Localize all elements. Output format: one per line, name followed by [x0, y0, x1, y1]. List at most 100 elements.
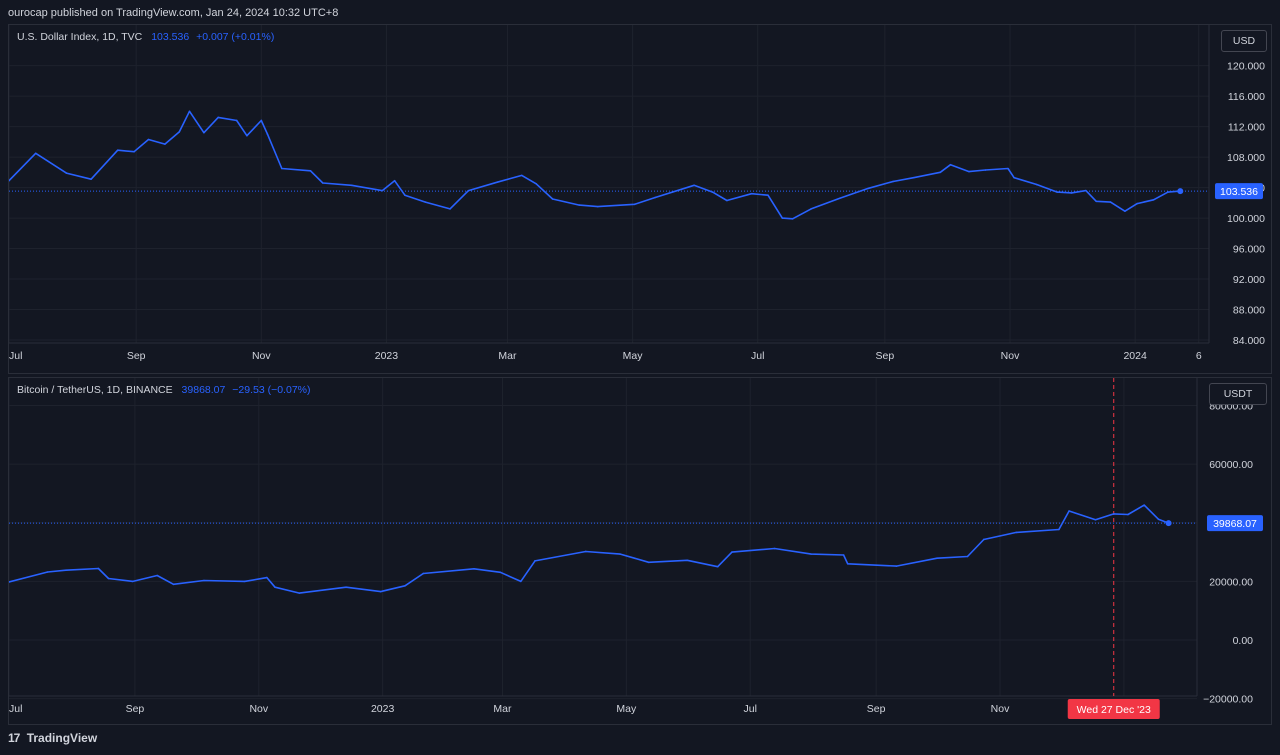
- btc-legend-value: 39868.07: [181, 384, 226, 396]
- dxy-data-point: [1109, 201, 1112, 203]
- dxy-data-point: [309, 169, 312, 172]
- dxy-y-tick-label: 84.000: [1233, 335, 1265, 347]
- dxy-chart-svg[interactable]: 120.000116.000112.000108.000104.000100.0…: [9, 25, 1271, 373]
- btc-data-point: [534, 560, 536, 562]
- dxy-data-point: [968, 170, 970, 173]
- dxy-data-point: [65, 172, 68, 174]
- dxy-data-point: [322, 182, 324, 184]
- dxy-data-point: [1152, 198, 1155, 201]
- dxy-currency-button[interactable]: USD: [1221, 30, 1267, 52]
- btc-data-point: [499, 571, 502, 574]
- dxy-data-point: [535, 182, 537, 185]
- dxy-data-point: [424, 201, 427, 203]
- btc-data-point: [1015, 531, 1018, 534]
- dxy-y-tick-label: 108.000: [1227, 152, 1265, 164]
- dxy-last-price-label: 103.536: [1220, 186, 1258, 198]
- dxy-data-point: [116, 149, 119, 152]
- btc-data-point: [298, 592, 301, 594]
- btc-last-point-marker: [1165, 520, 1172, 527]
- tradingview-footer[interactable]: 17 TradingView: [8, 731, 97, 745]
- btc-data-point: [345, 586, 347, 589]
- dxy-y-tick-label: 88.000: [1233, 305, 1265, 317]
- btc-data-point: [936, 557, 938, 560]
- tradingview-brand: TradingView: [26, 731, 98, 745]
- btc-y-tick-label: 20000.00: [1209, 576, 1253, 588]
- btc-data-point: [584, 550, 587, 553]
- btc-data-point: [243, 580, 246, 583]
- btc-legend-change: −29.53 (−0.07%): [232, 384, 311, 396]
- btc-data-point: [172, 583, 175, 586]
- dxy-x-tick-label: Nov: [1001, 350, 1020, 362]
- btc-data-point: [647, 561, 650, 564]
- dxy-y-tick-label: 96.000: [1233, 244, 1265, 256]
- btc-data-point: [156, 574, 159, 577]
- dxy-data-point: [791, 218, 794, 220]
- btc-data-point: [716, 565, 719, 568]
- dxy-data-point: [1070, 192, 1073, 194]
- dxy-x-tick-label: May: [623, 350, 644, 362]
- dxy-chart-pane[interactable]: 120.000116.000112.000108.000104.000100.0…: [8, 24, 1272, 374]
- dxy-data-point: [133, 150, 135, 153]
- btc-data-point: [1112, 513, 1115, 515]
- btc-data-point: [1094, 519, 1097, 521]
- btc-y-tick-label: 60000.00: [1209, 459, 1253, 471]
- btc-price-line: [9, 504, 1169, 594]
- dxy-data-point: [1056, 191, 1059, 193]
- dxy-data-point: [235, 119, 238, 122]
- dxy-data-point: [147, 138, 150, 141]
- btc-data-point: [1127, 513, 1129, 516]
- dxy-y-tick-label: 100.000: [1227, 213, 1265, 225]
- dxy-data-point: [551, 198, 554, 200]
- dxy-data-point: [90, 178, 92, 180]
- tradingview-logo-icon: 17: [8, 731, 20, 745]
- dxy-data-point: [578, 204, 581, 206]
- btc-chart-svg[interactable]: 80000.0060000.0040000.0020000.000.00−200…: [9, 378, 1271, 724]
- dxy-data-point: [781, 217, 784, 219]
- btc-currency-button[interactable]: USDT: [1209, 383, 1267, 405]
- dxy-data-point: [654, 196, 656, 199]
- btc-data-point: [107, 577, 110, 580]
- btc-x-tick-label: Nov: [991, 703, 1010, 715]
- btc-x-tick-label: 2023: [371, 703, 395, 715]
- dxy-data-point: [810, 208, 812, 210]
- dxy-data-point: [467, 189, 470, 192]
- dxy-x-tick-label: 2024: [1123, 350, 1147, 362]
- dxy-last-point-marker: [1177, 188, 1184, 195]
- btc-x-tick-label: May: [616, 703, 637, 715]
- btc-x-tick-label: Nov: [249, 703, 268, 715]
- dxy-data-point: [767, 194, 769, 196]
- dxy-data-point: [203, 131, 205, 134]
- dxy-data-point: [266, 133, 269, 136]
- dxy-data-point: [178, 131, 181, 133]
- btc-last-price-label: 39868.07: [1213, 518, 1257, 530]
- btc-data-point: [519, 580, 522, 583]
- dxy-data-point: [596, 205, 599, 208]
- dxy-data-point: [867, 187, 870, 190]
- dxy-data-point: [281, 167, 283, 170]
- dxy-data-point: [521, 174, 523, 177]
- dxy-data-point: [1136, 202, 1139, 205]
- btc-data-point: [132, 580, 134, 583]
- dxy-legend: U.S. Dollar Index, 1D, TVC 103.536 +0.00…: [17, 31, 274, 43]
- btc-chart-pane[interactable]: 80000.0060000.0040000.0020000.000.00−200…: [8, 377, 1272, 725]
- dxy-x-tick-label: Jul: [751, 350, 764, 362]
- dxy-data-point: [1095, 200, 1097, 203]
- dxy-x-tick-label: Nov: [252, 350, 271, 362]
- btc-data-point: [1068, 510, 1070, 512]
- btc-x-tick-label: Mar: [493, 703, 512, 715]
- btc-data-point: [97, 567, 100, 570]
- dxy-y-tick-label: 92.000: [1233, 274, 1265, 286]
- dxy-y-tick-label: 112.000: [1228, 122, 1265, 134]
- btc-data-point: [810, 553, 812, 555]
- dxy-data-point: [1124, 210, 1126, 213]
- dxy-data-point: [1085, 189, 1087, 192]
- dxy-data-point: [217, 116, 220, 119]
- dxy-data-point: [381, 189, 384, 192]
- dxy-data-point: [350, 184, 353, 187]
- dxy-data-point: [912, 176, 915, 179]
- publish-header: ourocap published on TradingView.com, Ja…: [8, 7, 339, 19]
- dxy-data-point: [34, 152, 37, 155]
- dxy-x-tick-label: Jul: [9, 350, 22, 362]
- dxy-x-tick-label: Sep: [876, 350, 895, 362]
- btc-crosshair-date-label: Wed 27 Dec '23: [1077, 704, 1151, 716]
